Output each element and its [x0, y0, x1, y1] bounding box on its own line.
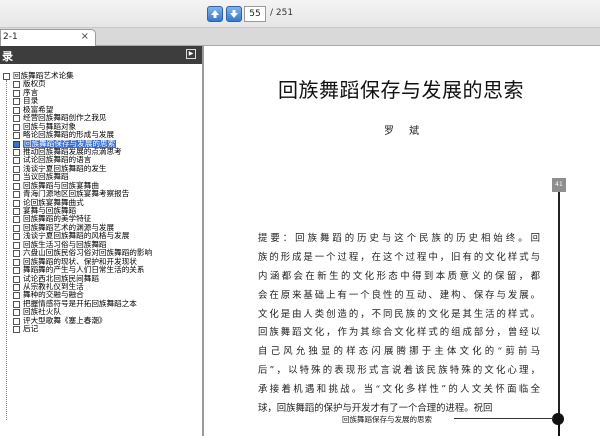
bookmark-icon	[13, 191, 20, 199]
sidebar-title: 录	[2, 50, 13, 63]
page-title: 回族舞蹈保存与发展的思索	[278, 78, 524, 102]
top-toolbar: 55 / 251	[0, 0, 600, 28]
bookmark-icon	[13, 89, 20, 97]
bookmark-icon	[13, 233, 20, 241]
toc-item-label: 后记	[23, 324, 39, 334]
bookmark-icon	[13, 81, 20, 89]
paragraph-line: 回族舞蹈文化，作为其综合文化样式的组成部分，曾经以	[258, 327, 540, 339]
page-total: / 251	[270, 8, 294, 18]
margin-rule-tail	[558, 424, 560, 436]
bookmark-icon	[13, 326, 20, 334]
bookmark-icon	[13, 208, 20, 215]
next-page-button[interactable]	[226, 6, 242, 22]
bookmark-icon	[3, 73, 10, 80]
paragraph-line: 后”，以特殊的表现形式言说着该民族特殊的文化心理，	[258, 365, 540, 377]
bookmark-icon	[13, 300, 20, 308]
close-icon[interactable]: ×	[81, 31, 89, 42]
bookmark-icon	[13, 258, 20, 266]
arrow-down-icon	[230, 10, 238, 18]
bookmark-icon	[13, 199, 20, 207]
paragraph-line: 承接着机遇和挑战。当“文化多样性”的人文关怀面临全	[258, 384, 540, 396]
bookmark-icon	[13, 216, 20, 224]
bookmark-icon	[13, 115, 20, 123]
abstract-paragraph: 提要：回族舞蹈的历史与这个民族的历史相始终。回 族的形成是一个过程，在这个过程中，…	[258, 230, 540, 419]
bookmark-icon	[13, 275, 20, 283]
author-name: 罗 斌	[384, 126, 426, 137]
bookmark-icon	[13, 132, 20, 140]
toc-item[interactable]: 后记	[0, 324, 200, 334]
bookmark-icon	[13, 283, 20, 291]
document-tab-label: 2-1	[3, 32, 18, 42]
bookmarks-sidebar: 录 ▶ 回族舞蹈艺术论集 版权页 序言 目录 极富希望 经营回族舞蹈创作之我见 回族与舞蹈对…	[0, 46, 204, 436]
sidebar-header: 录 ▶	[0, 46, 202, 64]
document-page: 回族舞蹈保存与发展的思索 罗 斌 41 提要：回族舞蹈的历史与这个民族的历史相始…	[206, 46, 600, 436]
running-footer: 回族舞蹈保存与发展的思索	[342, 415, 432, 424]
paragraph-line: 文化是由人类创造的，不同民族的文化是其生活的样式。	[258, 308, 540, 320]
paragraph-line: 族的形成是一个过程，在这个过程中，旧有的文化样式与	[258, 251, 540, 263]
paragraph-line: 自己风允独显的样态闪展腾挪于主体文化的“剪前马	[258, 346, 540, 358]
bookmark-icon	[13, 317, 20, 325]
page-marker: 41	[552, 178, 566, 192]
paragraph-line: 内涵都会在新生的文化形态中得到本质意义的保留，都	[258, 270, 540, 282]
tab-bar: 2-1 ×	[0, 28, 600, 46]
bookmark-icon	[13, 182, 20, 190]
document-tab[interactable]: 2-1 ×	[0, 29, 96, 46]
table-of-contents: 回族舞蹈艺术论集 版权页 序言 目录 极富希望 经营回族舞蹈创作之我见 回族与舞蹈对象 略论回…	[0, 71, 200, 334]
paragraph-line: 会在原来基础上有一个良性的互动、建构、保存与发展。	[258, 289, 540, 301]
paragraph-line: 提要：回族舞蹈的历史与这个民族的历史相始终。回	[258, 233, 540, 244]
bookmark-icon	[13, 241, 20, 249]
bookmark-icon	[13, 309, 20, 317]
arrow-up-icon	[211, 10, 219, 18]
triangle-right-icon[interactable]: ▶	[186, 49, 196, 59]
previous-page-button[interactable]	[207, 6, 223, 22]
margin-rule	[558, 192, 560, 416]
bookmark-icon	[13, 165, 20, 173]
page-number-input[interactable]: 55	[244, 6, 266, 22]
bookmark-icon	[13, 148, 20, 156]
bookmark-icon	[13, 123, 20, 131]
bookmark-icon	[13, 250, 20, 258]
bookmark-icon	[13, 292, 20, 300]
bookmark-icon	[13, 174, 20, 182]
bookmark-icon	[13, 224, 20, 232]
bookmark-icon	[13, 157, 20, 165]
footer-rule	[454, 418, 554, 419]
bookmark-icon	[13, 140, 20, 148]
bookmark-icon	[13, 267, 20, 275]
bookmark-icon	[13, 106, 20, 114]
bookmark-icon	[13, 98, 20, 106]
